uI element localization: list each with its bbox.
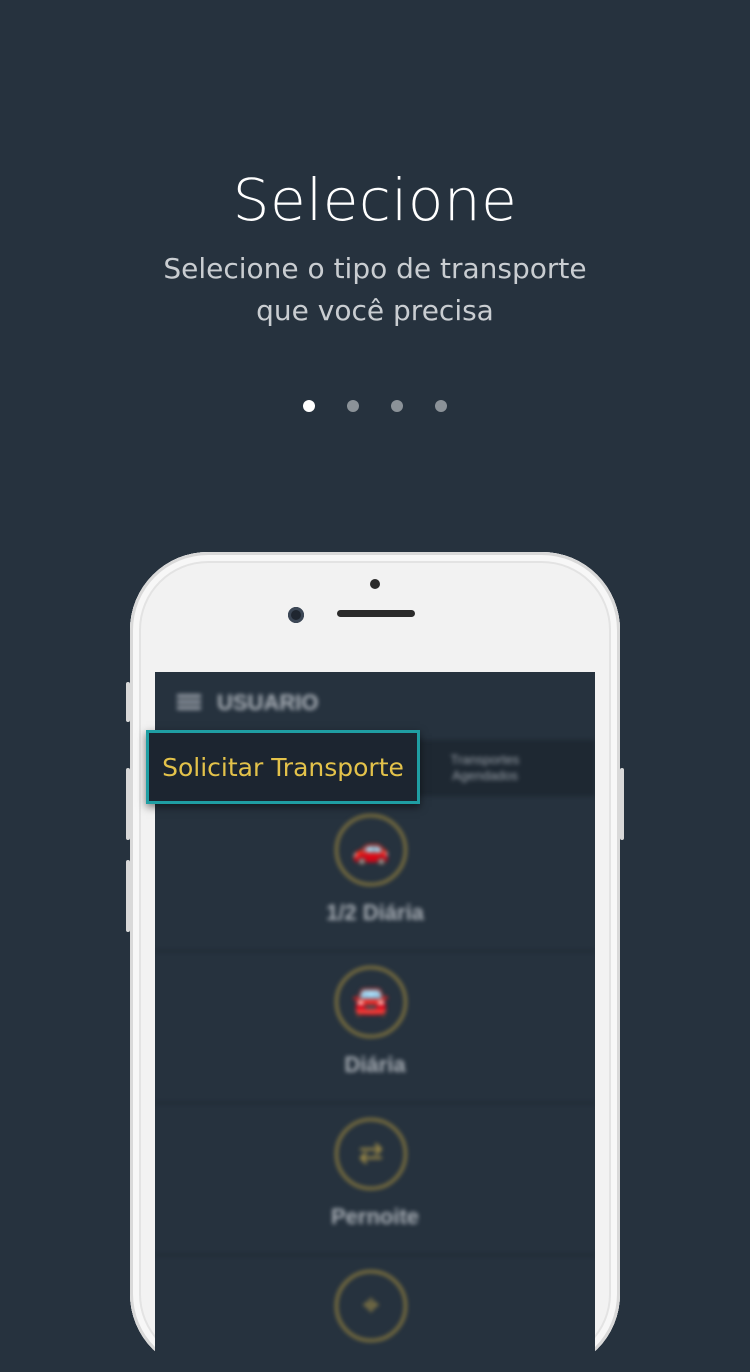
phone-power-button <box>620 768 624 840</box>
swap-icon: ⇄ <box>335 1118 407 1190</box>
phone-volume-up <box>126 768 130 840</box>
tab-solicitar-transporte[interactable]: Solicitar Transporte <box>146 730 420 804</box>
page-dot-1[interactable] <box>303 400 315 412</box>
app-header: USUARIO <box>155 672 595 734</box>
phone-mute-switch <box>126 682 130 722</box>
page-subtitle: Selecione o tipo de transporte que você … <box>0 248 750 332</box>
phone-volume-down <box>126 860 130 932</box>
phone-sensor <box>370 579 380 589</box>
menu-icon[interactable] <box>177 694 201 710</box>
tab-transportes-agendados[interactable]: Transportes Agendados <box>435 752 535 784</box>
option-label: 1/2 Diária <box>326 900 424 925</box>
car-crash-icon: 🚗 <box>335 814 407 886</box>
page-dot-3[interactable] <box>391 400 403 412</box>
page-title: Selecione <box>232 166 518 234</box>
location-pin-icon: ⌖ <box>335 1270 407 1342</box>
subtitle-line-1: Selecione o tipo de transporte <box>163 252 587 285</box>
subtitle-line-2: que você precisa <box>256 294 494 327</box>
phone-speaker <box>337 610 415 617</box>
option-label: Diária <box>344 1052 406 1077</box>
app-title: USUARIO <box>217 690 319 715</box>
tab-solicitar-transporte-label: Solicitar Transporte <box>162 753 404 782</box>
option-diaria[interactable]: 🚘 Diária <box>155 952 595 1104</box>
option-location[interactable]: ⌖ <box>155 1256 595 1372</box>
option-pernoite[interactable]: ⇄ Pernoite <box>155 1104 595 1256</box>
page-dot-4[interactable] <box>435 400 447 412</box>
phone-camera <box>288 607 304 623</box>
option-label: Pernoite <box>330 1204 420 1229</box>
page-dot-2[interactable] <box>347 400 359 412</box>
car-icon: 🚘 <box>335 966 407 1038</box>
phone-mockup: USUARIO Transportes Agendados 🚗 1/2 Diár… <box>126 552 624 1372</box>
option-meia-diaria[interactable]: 🚗 1/2 Diária <box>155 800 595 952</box>
